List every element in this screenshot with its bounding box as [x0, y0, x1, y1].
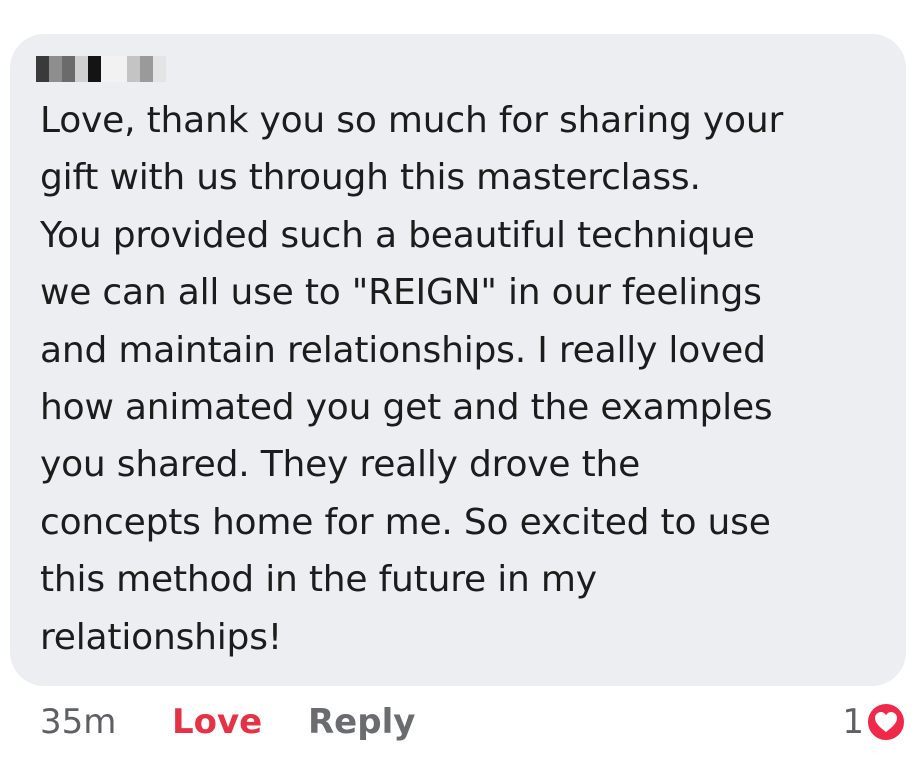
heart-icon — [866, 702, 906, 742]
comment-timestamp[interactable]: 35m — [40, 696, 116, 748]
author-name-redacted[interactable] — [36, 56, 166, 82]
reaction-count: 1 — [842, 702, 864, 742]
love-reaction-button[interactable]: Love — [172, 696, 262, 748]
comment-actions-bar: 35m Love Reply 1 — [0, 696, 914, 748]
reply-button[interactable]: Reply — [308, 696, 415, 748]
comment-text: Love, thank you so much for sharing your… — [40, 100, 784, 658]
comment-bubble: Love, thank you so much for sharing your… — [10, 34, 906, 686]
reaction-summary[interactable]: 1 — [842, 700, 906, 744]
